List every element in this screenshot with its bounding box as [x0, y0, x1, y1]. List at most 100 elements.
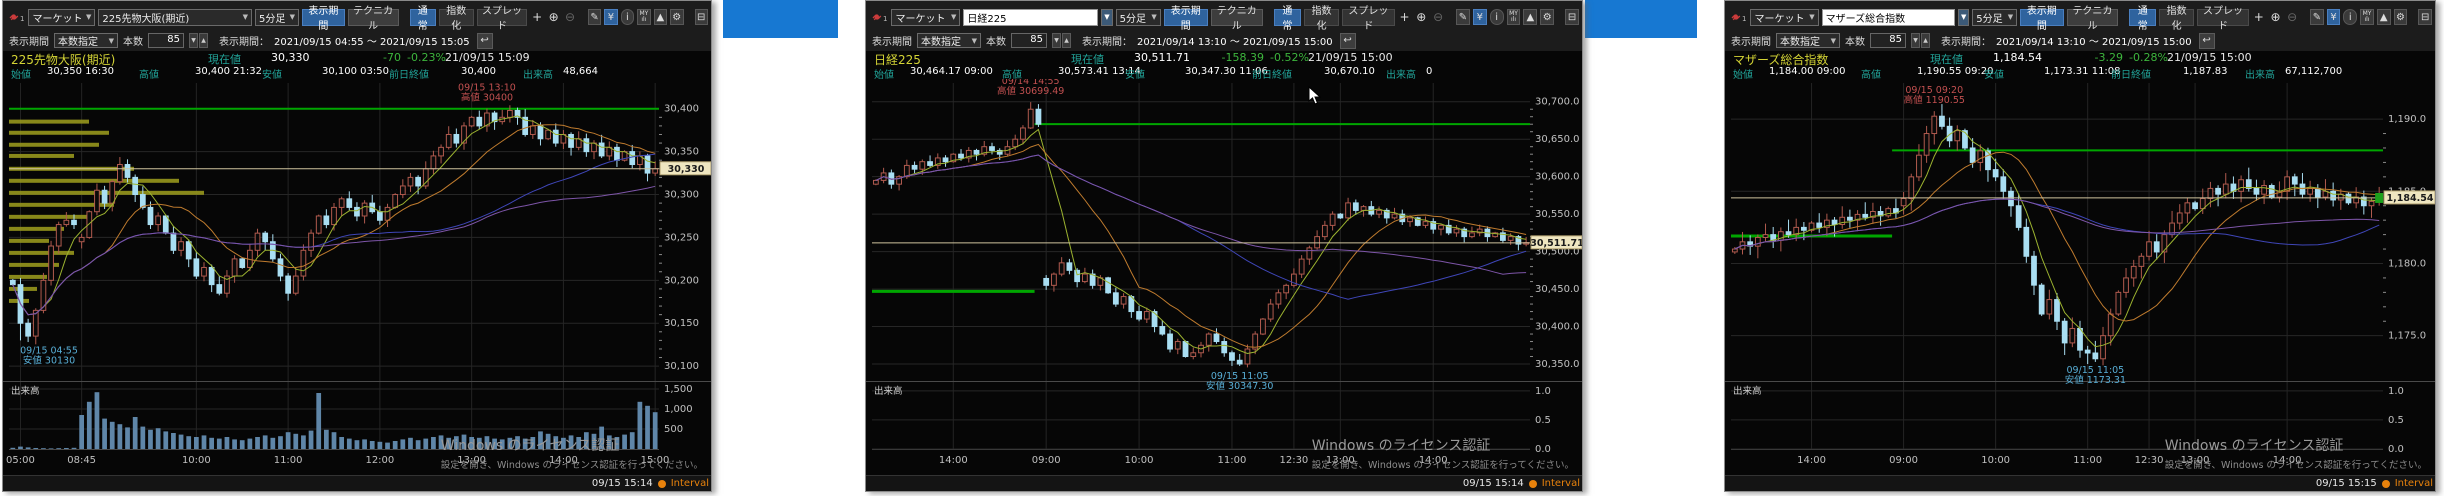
technical-button[interactable]: テクニカル [347, 6, 399, 32]
link-icon[interactable]: 1 [8, 11, 24, 23]
zoom-out-icon[interactable]: ⊖ [1431, 9, 1445, 25]
crosshair-icon[interactable]: + [2252, 9, 2266, 25]
yen-price-icon[interactable]: ¥ [1472, 9, 1487, 25]
zoom-out-icon[interactable]: ⊖ [563, 9, 576, 25]
market-select[interactable]: マーケット ▼ [891, 8, 961, 26]
zoom-out-icon[interactable]: ⊖ [2285, 9, 2299, 25]
spin-up-icon[interactable]: ▲ [199, 33, 208, 48]
zoom-in-icon[interactable]: ⊕ [1414, 9, 1428, 25]
instrument-select[interactable]: マザーズ総合指数▼ [1821, 8, 1956, 26]
print-icon[interactable]: ⊟ [2418, 9, 2432, 25]
market-select[interactable]: マーケット ▼ [28, 8, 96, 26]
bar-count-input[interactable]: 85 [148, 33, 184, 48]
chevron-down-icon: ▼ [2007, 13, 2014, 21]
normal-mode-button[interactable]: 通常 [409, 6, 436, 32]
draw-pencil-icon[interactable]: ✎ [587, 9, 602, 25]
spin-down-icon[interactable]: ▼ [1052, 33, 1061, 48]
my-chart-icon[interactable]: MY ılı [1506, 9, 1521, 25]
yen-price-icon[interactable]: ¥ [604, 9, 618, 25]
link-icon[interactable]: 1 [1730, 11, 1746, 23]
svg-text:30,350.0: 30,350.0 [1535, 359, 1580, 370]
chevron-down-icon: ▼ [85, 13, 92, 21]
zoom-in-icon[interactable]: ⊕ [2269, 9, 2283, 25]
count-spinner[interactable]: ▼ ▲ [1911, 33, 1930, 48]
timeframe-select[interactable]: 5分足 ▼ [1972, 8, 2018, 26]
settings-wrench-icon[interactable]: ⚙ [1540, 9, 1555, 25]
display-period-button[interactable]: 表示期間 [2020, 6, 2064, 32]
info-icon[interactable]: i [620, 9, 635, 25]
price-chart[interactable]: 30,700.030,650.030,600.030,550.030,500.0… [866, 79, 1583, 471]
timeframe-select[interactable]: 5分足 ▼ [255, 8, 299, 26]
mountain-chart-icon[interactable]: ▲ [653, 9, 668, 25]
display-period-button[interactable]: 表示期間 [302, 6, 345, 32]
spin-down-icon[interactable]: ▼ [189, 33, 198, 48]
bar-count-input[interactable]: 85 [1870, 33, 1906, 48]
chevron-down-icon: ▼ [289, 13, 295, 21]
indexed-mode-button[interactable]: 指数化 [2159, 6, 2195, 32]
my-chart-icon[interactable]: MY ılı [2360, 9, 2374, 25]
spin-down-icon[interactable]: ▼ [1911, 33, 1920, 48]
draw-pencil-icon[interactable]: ✎ [1456, 9, 1470, 25]
mountain-chart-icon[interactable]: ▲ [1523, 9, 1538, 25]
technical-button[interactable]: テクニカル [1210, 6, 1263, 32]
normal-mode-button[interactable]: 通常 [1273, 6, 1301, 32]
count-mode-select[interactable]: 本数指定 ▼ [1776, 33, 1840, 48]
count-label: 本数 [1845, 37, 1865, 48]
svg-text:安値 30130: 安値 30130 [23, 354, 75, 366]
spread-mode-button[interactable]: スプレッド [1342, 6, 1395, 32]
count-mode-select[interactable]: 本数指定 ▼ [54, 33, 118, 48]
reload-range-icon[interactable]: ↩ [1339, 32, 1356, 49]
chart-toolbar: 1 マーケット▼ 225先物大阪(期近)▼ ▼ 5分足▼ 表示期間 テクニカル … [8, 6, 708, 32]
price-chart[interactable]: 1,190.01,185.01,180.01,175.01.00.50.0出来高… [1725, 79, 2436, 471]
link-icon[interactable]: 1 [871, 11, 887, 23]
count-mode-select[interactable]: 本数指定 ▼ [917, 33, 981, 48]
draw-pencil-icon[interactable]: ✎ [2310, 9, 2324, 25]
svg-text:1,184.54: 1,184.54 [2387, 193, 2434, 204]
chevron-down-icon: ▼ [242, 13, 248, 21]
instrument-dropdown-button[interactable]: ▼ [1101, 8, 1113, 26]
bar-count-input[interactable]: 85 [1011, 33, 1047, 48]
count-spinner[interactable]: ▼ ▲ [1052, 33, 1071, 48]
date-range-value: 2021/09/14 13:10 ～ 2021/09/15 15:00 [1996, 37, 2192, 48]
svg-text:10:00: 10:00 [182, 455, 211, 466]
timeframe-select[interactable]: 5分足 ▼ [1115, 8, 1161, 26]
technical-button[interactable]: テクニカル [2066, 6, 2119, 32]
zoom-in-icon[interactable]: ⊕ [547, 9, 560, 25]
interval-status-icon [2381, 479, 2390, 488]
reload-range-icon[interactable]: ↩ [2198, 32, 2215, 49]
count-spinner[interactable]: ▼ ▲ [189, 33, 208, 48]
indexed-mode-button[interactable]: 指数化 [438, 6, 474, 32]
spread-mode-button[interactable]: スプレッド [2197, 6, 2249, 32]
instrument-dropdown-button[interactable]: ▼ [1958, 8, 1970, 26]
settings-wrench-icon[interactable]: ⚙ [670, 9, 684, 25]
display-period-button[interactable]: 表示期間 [1163, 6, 1208, 32]
market-select[interactable]: マーケット ▼ [1750, 8, 1819, 26]
instrument-select[interactable]: 日経225▼ [963, 8, 1099, 26]
crosshair-icon[interactable]: + [530, 9, 543, 25]
settings-wrench-icon[interactable]: ⚙ [2393, 9, 2408, 25]
normal-mode-button[interactable]: 通常 [2129, 6, 2157, 32]
info-icon[interactable]: i [2343, 9, 2358, 25]
my-chart-icon[interactable]: MY ılı [637, 9, 651, 25]
print-icon[interactable]: ⊟ [694, 9, 708, 25]
print-icon[interactable]: ⊟ [1565, 9, 1579, 25]
svg-text:30,450.0: 30,450.0 [1535, 284, 1580, 295]
chevron-down-icon: ▼ [108, 36, 114, 45]
spread-mode-button[interactable]: スプレッド [476, 6, 528, 32]
range-label: 表示期間： [1082, 37, 1132, 48]
svg-text:500: 500 [664, 424, 683, 435]
spin-up-icon[interactable]: ▲ [1921, 33, 1930, 48]
info-icon[interactable]: i [1489, 9, 1504, 25]
indexed-mode-button[interactable]: 指数化 [1303, 6, 1340, 32]
mountain-chart-icon[interactable]: ▲ [2376, 9, 2391, 25]
price-chart[interactable]: 30,400 30,350 30,300 30,250 30,200 30,150 30,1… [3, 79, 712, 471]
yen-price-icon[interactable]: ¥ [2326, 9, 2341, 25]
last-price-value: 1,184.54 [1993, 51, 2042, 64]
instrument-select[interactable]: 225先物大阪(期近) ▼ [98, 8, 252, 26]
spin-up-icon[interactable]: ▲ [1062, 33, 1071, 48]
svg-text:1.0: 1.0 [2388, 386, 2404, 397]
change-value: -158.39 [1221, 51, 1264, 64]
reload-range-icon[interactable]: ↩ [476, 32, 493, 49]
svg-text:30,200: 30,200 [664, 275, 699, 286]
crosshair-icon[interactable]: + [1398, 9, 1412, 25]
